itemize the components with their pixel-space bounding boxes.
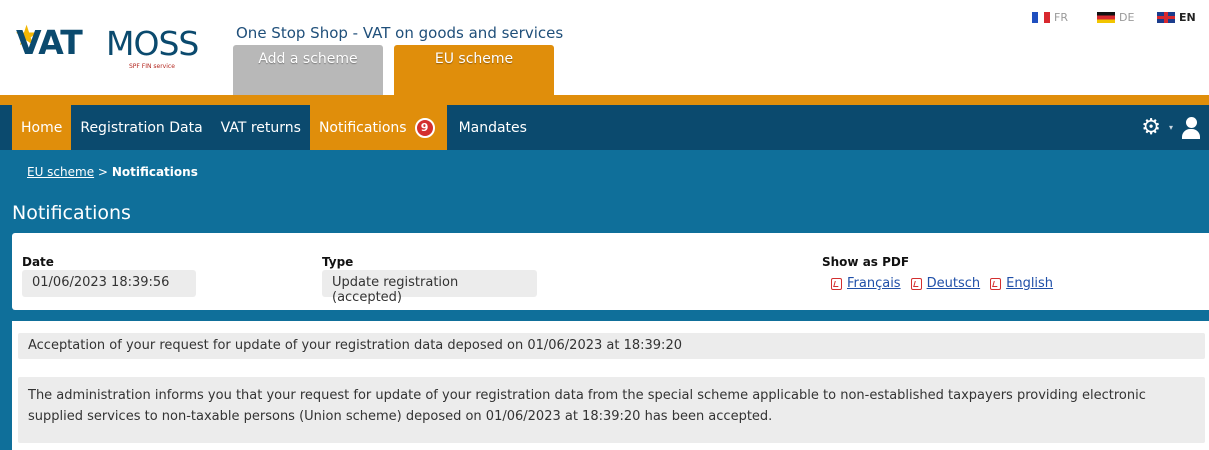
pdf-link-francais[interactable]: Français [831,276,901,291]
breadcrumb: EU scheme > Notifications [27,165,198,179]
notification-summary-card: Date 01/06/2023 18:39:56 Type Update reg… [12,233,1209,310]
date-label: Date [22,255,54,269]
pdf-link-english[interactable]: English [990,276,1053,291]
pdf-icon [831,277,842,290]
vatmoss-logo[interactable]: ★ VAT MOSS SPF FIN service [14,21,216,75]
header-divider-bar [0,95,1209,105]
nav-item-vat-returns[interactable]: VAT returns [212,105,310,150]
show-as-pdf-label: Show as PDF [822,255,910,269]
pdf-link-label: Deutsch [926,276,981,291]
pdf-links: Français Deutsch English [831,276,1053,291]
nav-item-label: Registration Data [80,119,203,136]
nav-item-mandates[interactable]: Mandates [447,105,536,150]
logo-vat-text: VAT [16,23,83,62]
app-title: One Stop Shop - VAT on goods and service… [236,24,564,42]
breadcrumb-current: Notifications [111,165,198,179]
breadcrumb-link-eu-scheme[interactable]: EU scheme [27,165,94,179]
type-value: Update registration (accepted) [322,270,537,305]
pdf-link-label: Français [847,276,901,291]
nav-item-label: Mandates [458,119,527,136]
pdf-icon [990,277,1002,290]
user-icon[interactable] [1181,116,1201,139]
language-de[interactable]: DE [1097,11,1134,24]
language-fr[interactable]: FR [1032,11,1068,24]
notification-count-badge: 9 [414,117,435,138]
type-label: Type [322,255,354,269]
main-nav: Home Registration Data VAT returns Notif… [0,105,1209,150]
message-body-line: supplied services to non-taxable persons… [28,409,773,424]
nav-item-home[interactable]: Home [12,105,72,150]
message-title: Acceptation of your request for update o… [18,333,1205,359]
language-fr-label: FR [1054,11,1068,24]
logo-subtitle: SPF FIN service [129,63,175,70]
notification-message: Acceptation of your request for update o… [12,321,1209,450]
date-value: 01/06/2023 18:39:56 [22,270,196,297]
gear-icon[interactable]: ⚙ [1141,116,1161,139]
nav-item-label: Notifications [318,119,407,136]
header: ★ VAT MOSS SPF FIN service One Stop Shop… [0,0,1209,95]
nav-right-tools: ⚙ ▾ [1141,105,1201,150]
pdf-icon [910,277,922,290]
flag-en-icon [1157,12,1175,23]
nav-item-notifications[interactable]: Notifications 9 [309,105,447,150]
language-de-label: DE [1119,11,1135,24]
language-en[interactable]: EN [1157,11,1196,24]
nav-item-registration-data[interactable]: Registration Data [71,105,211,150]
logo-moss-text: MOSS [106,24,199,63]
pdf-link-deutsch[interactable]: Deutsch [910,276,981,291]
message-body: The administration informs you that your… [18,377,1205,443]
chevron-down-icon[interactable]: ▾ [1169,123,1173,132]
pdf-link-label: English [1006,276,1054,291]
tab-add-scheme[interactable]: Add a scheme [233,45,383,95]
nav-item-label: Home [21,119,63,136]
tab-eu-scheme[interactable]: EU scheme [394,45,554,95]
nav-item-label: VAT returns [220,119,301,136]
flag-de-icon [1097,12,1115,23]
page-title: Notifications [12,202,131,224]
message-body-line: The administration informs you that your… [28,388,1146,403]
breadcrumb-separator: > [97,165,108,179]
language-en-label: EN [1179,11,1196,24]
flag-fr-icon [1032,12,1050,23]
